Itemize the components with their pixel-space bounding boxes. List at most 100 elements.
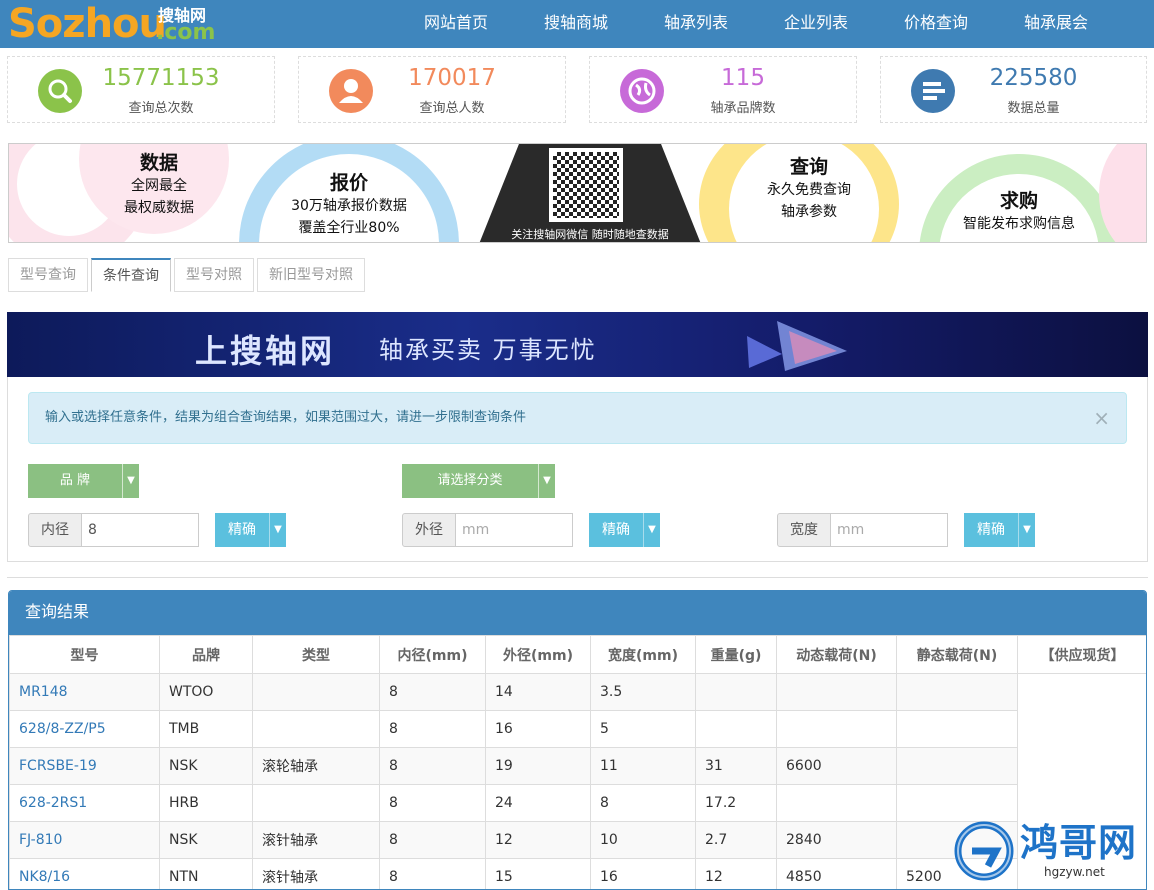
cell: NSK <box>160 822 253 859</box>
category-select-label: 请选择分类 <box>402 464 538 498</box>
outer-exact-button[interactable]: 精确 ▼ <box>589 513 660 547</box>
qr-caption: 关注搜轴网微信 随时随地查数据 <box>479 226 701 242</box>
cell: 滚轮轴承 <box>253 748 380 785</box>
inner-diameter-group: 内径 <box>28 513 199 547</box>
outer-diameter-label: 外径 <box>402 513 456 547</box>
banner-line: 轴承参数 <box>739 201 879 223</box>
qr-code-icon[interactable] <box>549 148 623 222</box>
tab-condition-query[interactable]: 条件查询 <box>91 258 171 292</box>
cell: WTOO <box>160 674 253 711</box>
condition-form: 输入或选择任意条件，结果为组合查询结果，如果范围过大，请进一步限制查询条件 × … <box>7 377 1148 562</box>
cell: HRB <box>160 785 253 822</box>
banner-line: 全网最全 <box>89 175 229 197</box>
watermark-name: 鸿哥网 <box>1020 822 1137 864</box>
col-inner[interactable]: 内径(mm) <box>380 636 486 674</box>
model-link[interactable]: FJ-810 <box>19 832 62 848</box>
outer-diameter-group: 外径 <box>402 513 573 547</box>
col-static-load[interactable]: 静态载荷(N) <box>897 636 1018 674</box>
cell: 12 <box>696 859 777 890</box>
banner-title: 报价 <box>274 168 424 195</box>
cell: 8 <box>380 859 486 890</box>
nav-mall[interactable]: 搜轴商城 <box>516 0 636 48</box>
inner-exact-button[interactable]: 精确 ▼ <box>215 513 286 547</box>
nav-company-list[interactable]: 企业列表 <box>756 0 876 48</box>
cell: 8 <box>380 785 486 822</box>
nav-expo[interactable]: 轴承展会 <box>996 0 1116 48</box>
cell: TMB <box>160 711 253 748</box>
feature-banner: 关注搜轴网微信 随时随地查数据 数据 全网最全 最权威数据 报价 30万轴承报价… <box>8 143 1147 243</box>
model-link[interactable]: 628/8-ZZ/P5 <box>19 721 106 737</box>
stat-value: 225580 <box>881 65 1146 91</box>
banner-line: 永久免费查询 <box>739 179 879 201</box>
col-width[interactable]: 宽度(mm) <box>591 636 696 674</box>
cell: 16 <box>486 711 591 748</box>
model-link[interactable]: FCRSBE-19 <box>19 758 97 774</box>
exact-label: 精确 <box>589 513 643 547</box>
top-navbar: Sozhou 搜轴网 .com 网站首页 搜轴商城 轴承列表 企业列表 价格查询… <box>0 0 1154 48</box>
cell <box>777 674 897 711</box>
banner-line: 覆盖全行业80% <box>274 217 424 239</box>
inner-diameter-input[interactable] <box>82 513 199 547</box>
col-supply[interactable]: 【供应现货】 <box>1018 636 1148 674</box>
cell <box>253 785 380 822</box>
cell: 8 <box>380 822 486 859</box>
close-icon[interactable]: × <box>1093 393 1110 443</box>
site-logo[interactable]: Sozhou 搜轴网 .com <box>8 2 218 46</box>
tab-model-query[interactable]: 型号查询 <box>8 258 88 292</box>
cell: 11 <box>591 748 696 785</box>
width-label: 宽度 <box>777 513 831 547</box>
cell <box>777 785 897 822</box>
stat-brand-count: 115 轴承品牌数 <box>589 56 857 123</box>
width-input[interactable] <box>831 513 948 547</box>
col-model[interactable]: 型号 <box>10 636 160 674</box>
banner-title: 查询 <box>739 152 879 179</box>
tab-model-compare[interactable]: 型号对照 <box>174 258 254 292</box>
cell: 8 <box>591 785 696 822</box>
cell <box>253 711 380 748</box>
section-divider <box>7 577 1148 578</box>
tab-old-new-compare[interactable]: 新旧型号对照 <box>257 258 365 292</box>
main-nav: 网站首页 搜轴商城 轴承列表 企业列表 价格查询 轴承展会 <box>396 0 1116 48</box>
cell: 6600 <box>777 748 897 785</box>
cell: 2.7 <box>696 822 777 859</box>
cell: 31 <box>696 748 777 785</box>
table-row: FCRSBE-19 NSK 滚轮轴承 8 19 11 31 6600 <box>10 748 1148 785</box>
nav-home[interactable]: 网站首页 <box>396 0 516 48</box>
banner-block-purchase: 求购 智能发布求购信息 <box>939 186 1099 235</box>
cell: 15 <box>486 859 591 890</box>
nav-bearing-list[interactable]: 轴承列表 <box>636 0 756 48</box>
table-header-row: 型号 品牌 类型 内径(mm) 外径(mm) 宽度(mm) 重量(g) 动态载荷… <box>10 636 1148 674</box>
col-dynamic-load[interactable]: 动态载荷(N) <box>777 636 897 674</box>
width-exact-button[interactable]: 精确 ▼ <box>964 513 1035 547</box>
cell: 5 <box>591 711 696 748</box>
ad-banner[interactable]: 上搜轴网 轴承买卖 万事无忧 <box>7 312 1148 377</box>
width-group: 宽度 <box>777 513 948 547</box>
caret-down-icon: ▼ <box>1018 513 1035 547</box>
cell <box>897 785 1018 822</box>
model-link[interactable]: MR148 <box>19 684 68 700</box>
col-weight[interactable]: 重量(g) <box>696 636 777 674</box>
model-link[interactable]: 628-2RS1 <box>19 795 87 811</box>
table-row: 628-2RS1 HRB 8 24 8 17.2 <box>10 785 1148 822</box>
cell: 12 <box>486 822 591 859</box>
cell <box>897 674 1018 711</box>
cell: 16 <box>591 859 696 890</box>
cell <box>897 748 1018 785</box>
stat-value: 15771153 <box>8 65 274 91</box>
caret-down-icon: ▼ <box>643 513 660 547</box>
category-select-button[interactable]: 请选择分类 ▼ <box>402 464 555 498</box>
cell: 滚针轴承 <box>253 859 380 890</box>
col-type[interactable]: 类型 <box>253 636 380 674</box>
col-brand[interactable]: 品牌 <box>160 636 253 674</box>
nav-price-query[interactable]: 价格查询 <box>876 0 996 48</box>
prism-decoration <box>737 316 857 376</box>
table-row: 628/8-ZZ/P5 TMB 8 16 5 <box>10 711 1148 748</box>
col-outer[interactable]: 外径(mm) <box>486 636 591 674</box>
exact-label: 精确 <box>964 513 1018 547</box>
stat-label: 轴承品牌数 <box>590 97 856 116</box>
cell: NSK <box>160 748 253 785</box>
outer-diameter-input[interactable] <box>456 513 573 547</box>
brand-select-button[interactable]: 品 牌 ▼ <box>28 464 139 498</box>
caret-down-icon: ▼ <box>269 513 286 547</box>
model-link[interactable]: NK8/16 <box>19 869 70 885</box>
